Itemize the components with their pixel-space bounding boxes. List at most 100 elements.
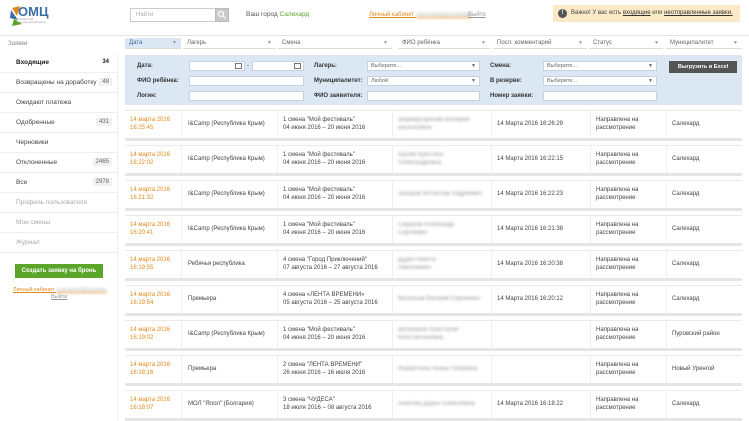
sidebar-item-journal[interactable]: Журнал [0,233,118,253]
row-camp-cell: МОЛ "Ялол" (Болгария) [183,391,278,418]
filter-login-label: Логин: [137,93,157,99]
table-row[interactable]: 14 марта 2016 16:21:32 I&Camp (Республика … [125,180,742,211]
col-mun[interactable]: Муниципалитет ▼ [666,38,742,49]
row-child-name-2: Сергеевич [398,229,428,236]
row-time: 16:19:55 [130,264,154,271]
sidebar-item-label: Журнал [16,239,40,246]
row-child-name-2: Константиновна [398,334,444,341]
search-input[interactable]: Найти [130,8,216,22]
search-button[interactable] [215,8,229,22]
table-row[interactable]: 14 марта 2016 16:18:07 МОЛ "Ялол" (Болгари… [125,390,742,421]
sidebar-item-rejected[interactable]: Отклоненные 2465 [0,153,118,173]
row-comment-cell: 14 Марта 2016 16:22:15 [492,146,591,173]
row-shift-dates: 07 августа 2016 – 27 августа 2016 [283,264,378,271]
cabinet-link[interactable]: Личный кабинет username@example [369,12,471,18]
sidebar-item-label: Отклоненные [16,159,58,166]
row-comment-cell: 14 Марта 2016 16:20:12 [492,286,591,313]
municipality-select[interactable]: Любой ▼ [367,76,480,86]
table-row[interactable]: 14 марта 2016 16:22:02 I&Camp (Республика … [125,145,742,176]
row-shift-dates: 26 июня 2016 – 16 июля 2016 [283,369,366,376]
create-booking-button[interactable]: Создать заявку на бронь [15,264,103,278]
logout-link[interactable]: Выйти [468,12,486,18]
col-shift[interactable]: Смена ▼ [278,38,392,49]
sidebar-item-label: Черновики [16,139,49,146]
chevron-down-icon: ▼ [648,78,653,84]
col-date[interactable]: Дата ▼ [125,38,181,49]
row-shift-name: 4 смена «ЛЕНТА ВРЕМЕНИ» [283,292,365,298]
row-status: Направлена на [596,117,639,123]
sidebar-item-awaiting-payment[interactable]: Ожидают платежа [0,93,118,113]
city-link[interactable]: Салехард [280,11,310,18]
date-to-input[interactable] [252,61,304,71]
shift-select-value: Выберите... [547,63,578,69]
col-comment[interactable]: Посл. комментарий ▼ [493,38,587,49]
row-camp: Премьера [188,365,217,372]
row-child-cell: Дудко Никита Николаевич [393,251,492,278]
row-shift-cell: 1 смена "Мой фестиваль" 04 июня 2016 – 20… [278,216,393,243]
sidebar-item-drafts[interactable]: Черновики [0,133,118,153]
row-comment: 14 Марта 2016 16:26:29 [497,120,564,127]
sidebar-item-label: Мои смены [16,219,51,226]
row-child-name: Шулик Кристина [398,152,444,158]
row-camp-cell: Премьера [183,356,278,383]
row-municipality: Салехард [672,295,700,302]
col-child[interactable]: ФИО ребёнка ▼ [398,38,490,49]
table-row[interactable]: 14 марта 2016 16:19:02 I&Camp (Республика … [125,320,742,351]
important-alert: ! Важно! У вас есть входящие или неотпра… [553,5,740,22]
table-row[interactable]: 14 марта 2016 16:25:45 I&Camp (Республика … [125,110,742,141]
table-row[interactable]: 14 марта 2016 16:19:55 Ребячья республика 4… [125,250,742,281]
alert-incoming-link[interactable]: входящие [623,10,651,16]
sidebar-item-all[interactable]: Все 2978 [0,173,118,193]
row-time: 16:20:41 [130,229,154,236]
row-camp: I&Camp (Республика Крым) [188,120,265,127]
shift-select[interactable]: Выберите... ▼ [543,61,657,71]
row-date: 14 марта 2016 [130,397,171,403]
calendar-icon[interactable] [235,63,242,69]
sidebar-item-incoming[interactable]: Входящие 34 [0,53,118,73]
sidebar-item-profile[interactable]: Профиль пользователя [0,193,118,213]
filter-panel: Дата: - Лагерь: Выберите... ▼ Смена: Выбе… [125,55,742,105]
sidebar-item-returned[interactable]: Возвращены на доработку 48 [0,73,118,93]
sidebar-item-label: Профиль пользователя [16,199,88,206]
row-shift-cell: 1 смена "Мой фестиваль" 04 июня 2016 – 20… [278,146,393,173]
child-name-input[interactable] [189,76,304,86]
col-camp[interactable]: Лагерь ▼ [183,38,276,49]
alert-unsent-link[interactable]: неотправленные заявки. [664,10,733,16]
date-from-input[interactable] [189,61,245,71]
filter-date-label: Дата: [137,63,153,69]
sidebar-cabinet-link[interactable]: Личный кабинет username@example [13,287,107,293]
export-excel-button[interactable]: Выгрузить в Excel [669,61,737,73]
sidebar-item-my-shifts[interactable]: Мои смены [0,213,118,233]
table-row[interactable]: 14 марта 2016 16:20:41 I&Camp (Республика … [125,215,742,246]
row-status-cell: Направлена на рассмотрение [591,286,667,313]
sidebar-item-label: Ожидают платежа [16,99,72,106]
row-status-2: рассмотрение [596,264,636,271]
applicant-name-input[interactable] [367,91,480,101]
row-mun-cell: Салехард [667,146,742,173]
chevron-down-icon: ▼ [471,63,476,69]
row-status: Направлена на [596,257,639,263]
reserve-select[interactable]: Выберите... ▼ [543,76,657,86]
application-number-input[interactable] [543,91,657,101]
row-camp: МОЛ "Ялол" (Болгария) [188,400,254,407]
chevron-down-icon: ▼ [481,40,486,46]
table-row[interactable]: 14 марта 2016 16:18:16 Премьера 2 смена "ЛЕ… [125,355,742,386]
sidebar-item-approved[interactable]: Одобренные 431 [0,113,118,133]
sidebar-logout-link[interactable]: Выйти [51,294,67,300]
calendar-icon[interactable] [294,63,301,69]
row-time: 16:19:54 [130,299,154,306]
row-comment: 14 Марта 2016 16:18:22 [497,400,564,407]
row-shift-name: 1 смена "Мой фестиваль" [283,327,355,333]
row-shift-cell: 3 смена "ЧУДЕСА" 18 июля 2016 – 08 август… [278,391,393,418]
row-status: Направлена на [596,152,639,158]
filter-reserve-label: В резерве: [490,78,522,84]
alert-mid: или [652,10,663,16]
table-row[interactable]: 14 марта 2016 16:19:54 Премьера 4 смена «ЛЕ… [125,285,742,316]
camp-select[interactable]: Выберите... ▼ [367,61,480,71]
login-input[interactable] [189,91,304,101]
filter-shift-label: Смена: [490,63,512,69]
col-comment-label: Посл. комментарий [497,40,552,46]
col-status[interactable]: Статус ▼ [589,38,663,49]
row-shift-dates: 04 июня 2016 – 20 июня 2016 [283,159,366,166]
filter-number-label: Номер заявки: [490,93,534,99]
